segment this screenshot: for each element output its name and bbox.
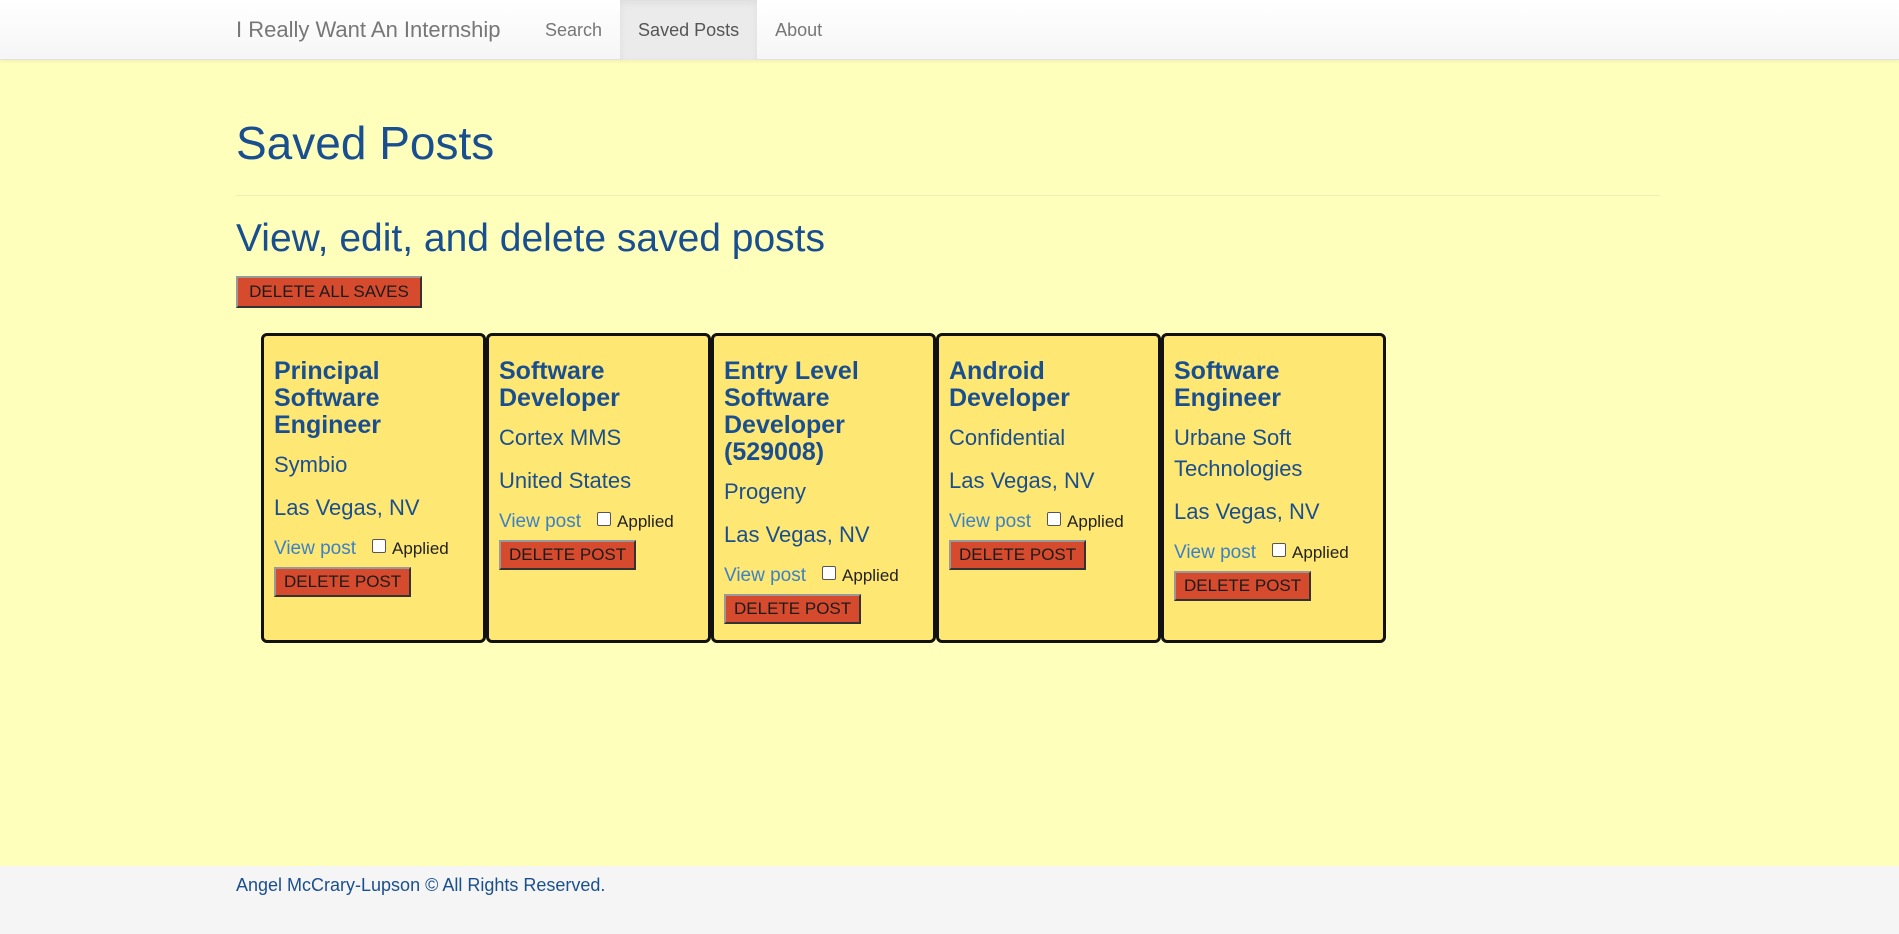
applied-checkbox[interactable]	[597, 512, 612, 526]
brand-link[interactable]: I Really Want An Internship	[236, 0, 501, 60]
applied-checkbox[interactable]	[1272, 543, 1287, 557]
post-title: Principal Software Engineer	[274, 357, 381, 439]
view-post-link[interactable]: View post	[274, 538, 356, 560]
applied-label: Applied	[1067, 512, 1124, 531]
view-post-link[interactable]: View post	[949, 511, 1031, 533]
saved-post-card: Software Developer Cortex MMS United Sta…	[486, 333, 711, 643]
post-location: Las Vegas, NV	[1174, 499, 1320, 524]
post-company: Symbio	[274, 452, 348, 477]
applied-label: Applied	[1292, 543, 1349, 562]
post-location: Las Vegas, NV	[274, 495, 420, 520]
delete-post-button[interactable]: DELETE POST	[1174, 571, 1312, 601]
applied-checkbox[interactable]	[372, 539, 387, 553]
saved-post-card: Entry Level Software Developer (529008) …	[711, 333, 936, 643]
delete-post-button[interactable]: DELETE POST	[724, 594, 862, 624]
footer: Angel McCrary-Lupson © All Rights Reserv…	[0, 866, 1899, 934]
post-actions: View post Applied	[499, 508, 698, 536]
footer-copyright: Angel McCrary-Lupson © All Rights Reserv…	[236, 875, 606, 895]
nav-menu: Search Saved Posts About	[527, 0, 840, 60]
nav-item-saved-posts[interactable]: Saved Posts	[620, 0, 758, 60]
saved-post-card: Principal Software Engineer Symbio Las V…	[261, 333, 486, 643]
view-post-link[interactable]: View post	[1174, 542, 1256, 564]
nav-item-about[interactable]: About	[757, 0, 840, 60]
post-title: Android Developer	[949, 357, 1070, 412]
applied-label: Applied	[617, 512, 674, 531]
applied-checkbox[interactable]	[822, 566, 837, 580]
page-title: Saved Posts	[236, 117, 495, 169]
post-actions: View post Applied	[949, 508, 1148, 536]
post-location: Las Vegas, NV	[949, 468, 1095, 493]
applied-checkbox[interactable]	[1047, 512, 1062, 526]
delete-post-button[interactable]: DELETE POST	[949, 540, 1087, 570]
delete-post-button[interactable]: DELETE POST	[274, 567, 412, 597]
post-company: Urbane Soft Technologies	[1174, 425, 1303, 481]
navbar: I Really Want An Internship Search Saved…	[0, 0, 1899, 60]
post-actions: View post Applied	[724, 562, 923, 590]
view-post-link[interactable]: View post	[724, 565, 806, 587]
post-company: Progeny	[724, 479, 806, 504]
post-actions: View post Applied	[1174, 539, 1373, 567]
applied-label: Applied	[392, 539, 449, 558]
applied-label: Applied	[842, 566, 899, 585]
page-subtitle: View, edit, and delete saved posts	[236, 217, 826, 260]
post-title: Software Engineer	[1174, 357, 1281, 412]
divider	[236, 195, 1660, 196]
delete-post-button[interactable]: DELETE POST	[499, 540, 637, 570]
view-post-link[interactable]: View post	[499, 511, 581, 533]
post-title: Entry Level Software Developer (529008)	[724, 357, 859, 466]
post-actions: View post Applied	[274, 535, 473, 563]
saved-posts-list: Principal Software Engineer Symbio Las V…	[261, 333, 1386, 643]
post-location: Las Vegas, NV	[724, 522, 870, 547]
post-company: Cortex MMS	[499, 425, 622, 450]
nav-item-search[interactable]: Search	[527, 0, 620, 60]
post-company: Confidential	[949, 425, 1066, 450]
saved-post-card: Software Engineer Urbane Soft Technologi…	[1161, 333, 1386, 643]
saved-post-card: Android Developer Confidential Las Vegas…	[936, 333, 1161, 643]
post-title: Software Developer	[499, 357, 620, 412]
delete-all-saves-button[interactable]: DELETE ALL SAVES	[236, 276, 422, 308]
post-location: United States	[499, 468, 632, 493]
